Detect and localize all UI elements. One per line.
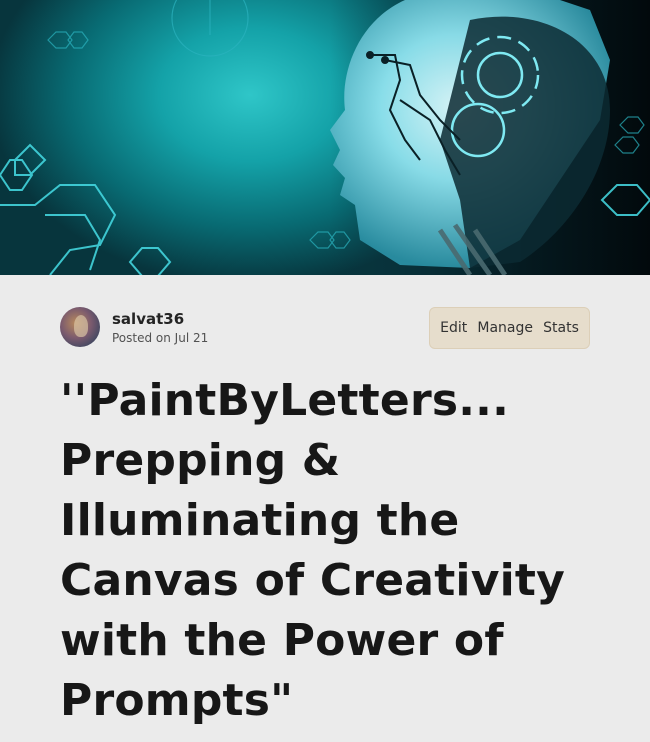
author-meta: salvat36 Posted on Jul 21 xyxy=(112,309,208,346)
stats-button[interactable]: Stats xyxy=(543,320,579,336)
robot-head-illustration xyxy=(0,0,650,275)
edit-button[interactable]: Edit xyxy=(440,320,467,336)
author-info: salvat36 Posted on Jul 21 xyxy=(60,307,208,347)
cover-image xyxy=(0,0,650,275)
article-title: ''PaintByLetters... Prepping & Illuminat… xyxy=(60,375,565,726)
avatar[interactable] xyxy=(60,307,100,347)
article-header: salvat36 Posted on Jul 21 Edit Manage St… xyxy=(0,275,650,742)
posted-date: Posted on Jul 21 xyxy=(112,330,209,345)
manage-button[interactable]: Manage xyxy=(477,320,533,336)
author-actions: Edit Manage Stats xyxy=(429,307,590,349)
author-username[interactable]: salvat36 xyxy=(112,309,208,329)
